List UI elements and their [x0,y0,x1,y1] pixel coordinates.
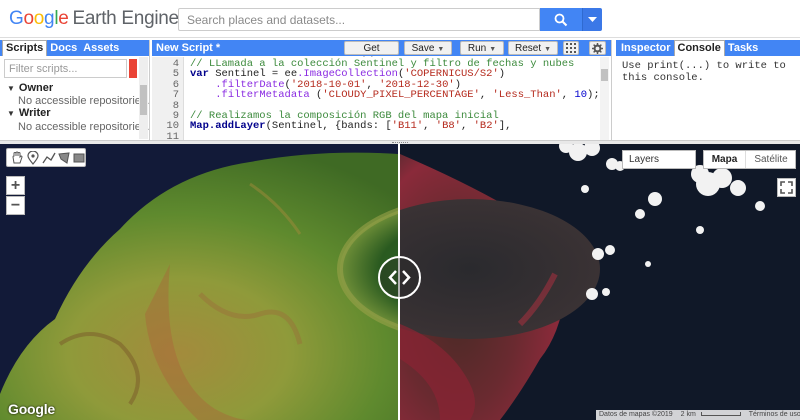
attribution-data[interactable]: Datos de mapas ©2019 [599,410,673,420]
attribution-terms[interactable]: Términos de uso [749,410,800,420]
logo-product-text: Earth Engine [72,8,180,29]
layers-button[interactable]: Layers [622,150,696,169]
caret-down-icon: ▼ [7,109,15,118]
rectangle-icon[interactable] [72,151,86,165]
get-link-button[interactable]: Get Link▼ [344,41,399,67]
search-icon [554,13,568,26]
code-line[interactable]: Map.addLayer(Sentinel, {bands: ['B11', '… [190,120,511,132]
code-line[interactable]: .filterMetadata ('CLOUDY_PIXEL_PERCENTAG… [190,89,599,101]
search-options-button[interactable] [582,8,602,31]
new-script-button[interactable] [129,59,137,78]
filter-scripts-input[interactable] [4,59,127,78]
tab-console[interactable]: Console [673,40,725,56]
swipe-arrows-icon [388,270,411,285]
code-area[interactable]: 4 5 6 7 8 9 10 11 // LLamada a la colección Sen… [152,57,610,140]
tab-inspector[interactable]: Inspector [618,41,674,57]
zoom-out-button[interactable]: − [6,196,25,215]
fullscreen-button[interactable] [777,178,796,197]
tab-scripts[interactable]: Scripts [2,40,48,56]
tab-docs[interactable]: Docs [47,41,80,57]
map-attribution: Datos de mapas ©2019 2 km Términos de us… [596,410,800,420]
polygon-icon[interactable] [57,151,71,165]
tree-group-owner[interactable]: ▼ Owner [7,82,53,94]
tree-group-writer[interactable]: ▼ Writer [7,107,51,119]
editor-toolbar: New Script * Get Link▼ Save▼ Run▼ Reset▼ [152,40,611,67]
tab-tasks[interactable]: Tasks [725,41,761,57]
tab-assets[interactable]: Assets [80,41,122,57]
code-scrollbar[interactable] [600,57,609,140]
run-button[interactable]: Run ▼ [460,41,504,55]
script-title: New Script * [156,42,221,54]
zoom-in-button[interactable]: + [6,176,25,195]
drawing-tools [6,148,86,167]
code-scrollbar-thumb[interactable] [601,69,608,81]
left-scrollbar[interactable] [139,57,148,139]
reset-button[interactable]: Reset ▼ [508,41,558,55]
chevron-down-icon [588,16,597,22]
save-button[interactable]: Save ▼ [404,41,452,55]
logo-google-text: Google [9,8,69,29]
chevron-down-icon: ▼ [437,46,445,53]
hand-icon[interactable] [10,151,24,165]
apps-button[interactable] [563,41,579,55]
attribution-scale[interactable]: 2 km [681,410,696,420]
writer-empty-message: No accessible repositories. [18,121,150,133]
right-tab-bar: Inspector Console Tasks [616,40,800,56]
search-button[interactable] [540,8,582,31]
app-logo[interactable]: Google Earth Engine [9,8,179,30]
top-bar: Google Earth Engine [0,0,800,38]
map-type-toggle: Mapa Satélite [703,150,796,169]
line-icon[interactable] [42,151,56,165]
caret-down-icon: ▼ [7,84,15,93]
console-panel: Inspector Console Tasks Use print(...) to … [616,40,800,140]
code-editor-panel: New Script * Get Link▼ Save▼ Run▼ Reset▼… [152,40,612,140]
google-watermark: Google [8,401,56,417]
fullscreen-icon [780,181,793,194]
line-number: 11 [166,130,179,140]
left-tab-bar: Scripts Docs Assets [0,40,149,56]
owner-empty-message: No accessible repositories. [18,95,150,107]
marker-icon[interactable] [26,151,40,165]
chevron-down-icon: ▼ [489,46,497,53]
map-type-satellite[interactable]: Satélite [746,151,796,168]
settings-button[interactable] [589,41,606,55]
search-input[interactable] [178,8,540,31]
chevron-down-icon: ▼ [544,46,552,53]
grid-icon [566,43,576,53]
scale-bar [700,412,741,417]
map-type-mapa[interactable]: Mapa [704,151,746,168]
scripts-panel: ScriptsDocsAssets ▼Owner No accessible r… [0,40,150,140]
line-gutter: 4 5 6 7 8 9 10 11 [152,57,184,140]
left-scrollbar-thumb[interactable] [140,85,147,115]
swipe-handle[interactable] [378,256,421,299]
gear-icon [592,43,603,54]
console-output: Use print(...) to write to this console. [622,60,786,84]
